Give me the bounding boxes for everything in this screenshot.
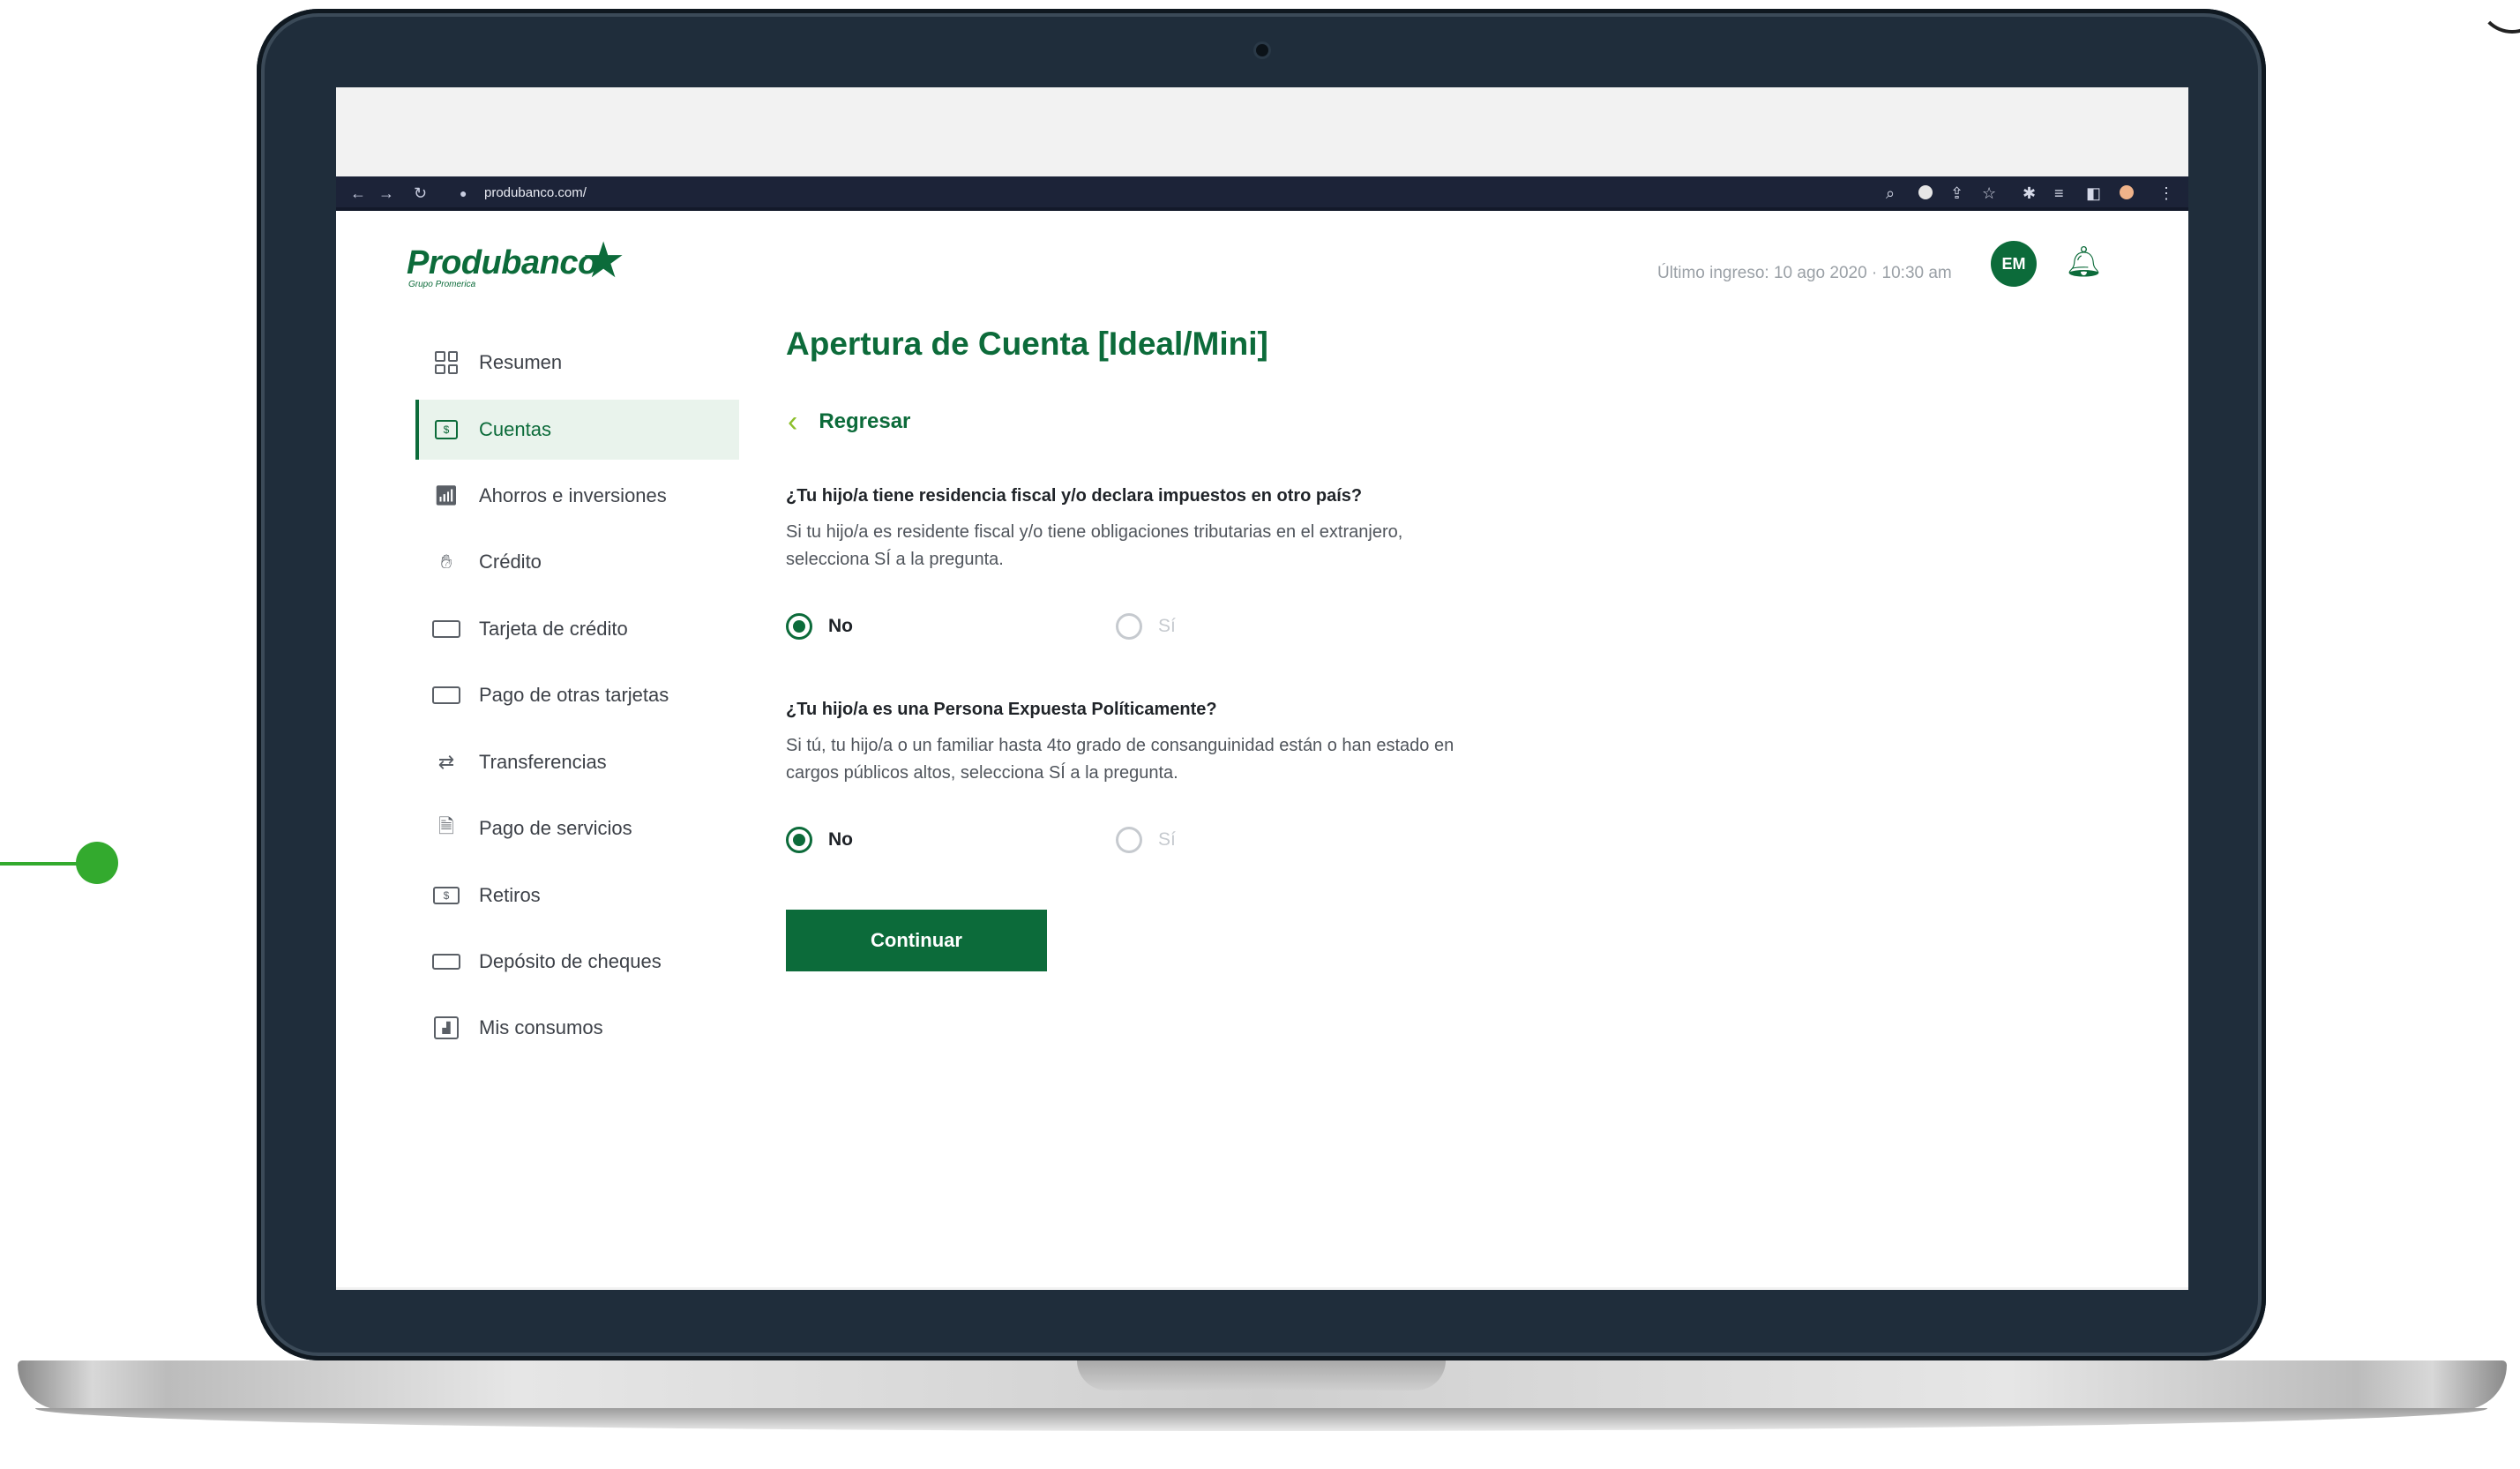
back-link[interactable]: ‹ Regresar [788,405,911,438]
sidebar-item-pago-servicios[interactable]: 🗎︎ Pago de servicios [431,811,632,846]
check-icon [431,949,461,974]
laptop-screen: ← → ↻ ● produbanco.com/ ⌕ ⇪ ☆ ✱ ≡ ◧ ⋮ Pr… [336,87,2188,1290]
question-fiscal-residence-description: Si tu hijo/a es residente fiscal y/o tie… [786,522,1403,569]
bar-chart-icon: ▟ [431,1016,461,1040]
bookmark-star-icon[interactable]: ☆ [1982,183,1996,204]
sidebar-item-retiros[interactable]: $ Retiros [431,878,541,913]
question-pep: ¿Tu hijo/a es una Persona Expuesta Polít… [786,700,1217,719]
credit-card-icon [431,617,461,641]
last-login-text: Último ingreso: 10 ago 2020 · 10:30 am [1657,264,1952,282]
sidebar-item-label: Cuentas [479,418,551,440]
sidebar-item-label: Mis consumos [479,1016,603,1038]
bill-icon: 🗎︎ [438,815,454,837]
growth-chart-icon: 📶︎ [434,484,459,506]
address-bar[interactable]: produbanco.com/ [484,183,587,204]
sidebar-item-label: Depósito de cheques [479,950,662,972]
chevron-left-icon: ‹ [788,405,798,438]
sidebar-item-deposito-cheques[interactable]: Depósito de cheques [431,944,662,979]
radio-unselected-icon [1116,613,1142,640]
sidebar-item-label: Transferencias [479,751,607,773]
webcam [1256,44,1268,56]
connector-dot [76,842,118,884]
avatar[interactable]: EM [1991,241,2037,287]
back-arrow-icon[interactable]: ← [350,183,366,204]
reload-icon[interactable]: ↻ [414,183,427,204]
radio-selected-icon [786,827,812,853]
radio-selected-icon [786,613,812,640]
hand-coin-icon: ✋︎ [440,551,452,573]
cards-icon [431,683,461,708]
sidebar-item-mis-consumos[interactable]: ▟ Mis consumos [431,1010,603,1046]
logo[interactable]: Produbanco [407,244,598,282]
sidebar-item-label: Ahorros e inversiones [479,484,667,506]
sidebar-item-transferencias[interactable]: ⇄ Transferencias [431,745,607,780]
cash-icon: $ [431,417,461,442]
page-title: Apertura de Cuenta [Ideal/Mini] [786,326,1268,362]
radio-pep-yes[interactable]: Sí [1116,827,1176,853]
laptop-base-edge [35,1408,2487,1431]
forward-arrow-icon[interactable]: → [378,183,394,204]
laptop-notch [1077,1360,1446,1390]
sidebar-item-label: Resumen [479,351,563,373]
logo-tagline: Grupo Promerica [408,280,476,289]
question-fiscal-residence: ¿Tu hijo/a tiene residencia fiscal y/o d… [786,486,1363,506]
sidebar-item-tarjeta-credito[interactable]: Tarjeta de crédito [431,611,628,647]
star-logo-icon: ★ [581,232,626,288]
transfer-icon: ⇄ [437,751,455,773]
radio-label: No [828,616,853,636]
question-pep-description: Si tú, tu hijo/a o un familiar hasta 4to… [786,736,1454,783]
radio-label: Sí [1158,829,1176,850]
corner-arc-decoration [2478,0,2520,34]
lock-icon: ● [460,186,467,200]
sidebar-item-ahorros[interactable]: 📶︎ Ahorros e inversiones [431,478,667,513]
share-icon[interactable]: ⇪ [1950,183,1963,204]
sidebar-item-label: Retiros [479,884,541,906]
radio-label: Sí [1158,616,1176,636]
sidebar-toggle-icon[interactable]: ◧ [2086,183,2101,204]
radio-label: No [828,829,853,850]
sidebar-item-label: Pago de otras tarjetas [479,684,669,706]
puzzle-icon[interactable]: ✱ [2023,183,2036,204]
media-icon[interactable]: ≡ [2054,183,2064,204]
sidebar-item-cuentas[interactable]: $ Cuentas [431,412,551,447]
sidebar-item-label: Tarjeta de crédito [479,618,628,640]
bell-icon[interactable]: 🔔︎ [2065,244,2103,280]
sidebar-item-label: Pago de servicios [479,817,632,839]
sidebar-item-credito[interactable]: ✋︎ Crédito [431,544,542,580]
back-link-label: Regresar [819,409,911,433]
sidebar-active-indicator [415,400,419,460]
grid-icon [431,350,461,375]
extension-icon[interactable] [1918,185,1933,199]
kebab-menu-icon[interactable]: ⋮ [2158,183,2174,204]
browser-toolbar [336,176,2188,210]
sidebar-item-pago-tarjetas[interactable]: Pago de otras tarjetas [431,678,669,713]
search-icon[interactable]: ⌕ [1886,183,1895,204]
sidebar-item-label: Crédito [479,551,542,573]
connector-line [0,862,85,866]
atm-icon: $ [431,883,461,908]
sidebar-item-resumen[interactable]: Resumen [431,345,562,380]
radio-unselected-icon [1116,827,1142,853]
radio-fiscal-no[interactable]: No [786,613,853,640]
profile-icon[interactable] [2120,185,2134,199]
continue-button[interactable]: Continuar [786,910,1047,971]
radio-fiscal-yes[interactable]: Sí [1116,613,1176,640]
radio-pep-no[interactable]: No [786,827,853,853]
